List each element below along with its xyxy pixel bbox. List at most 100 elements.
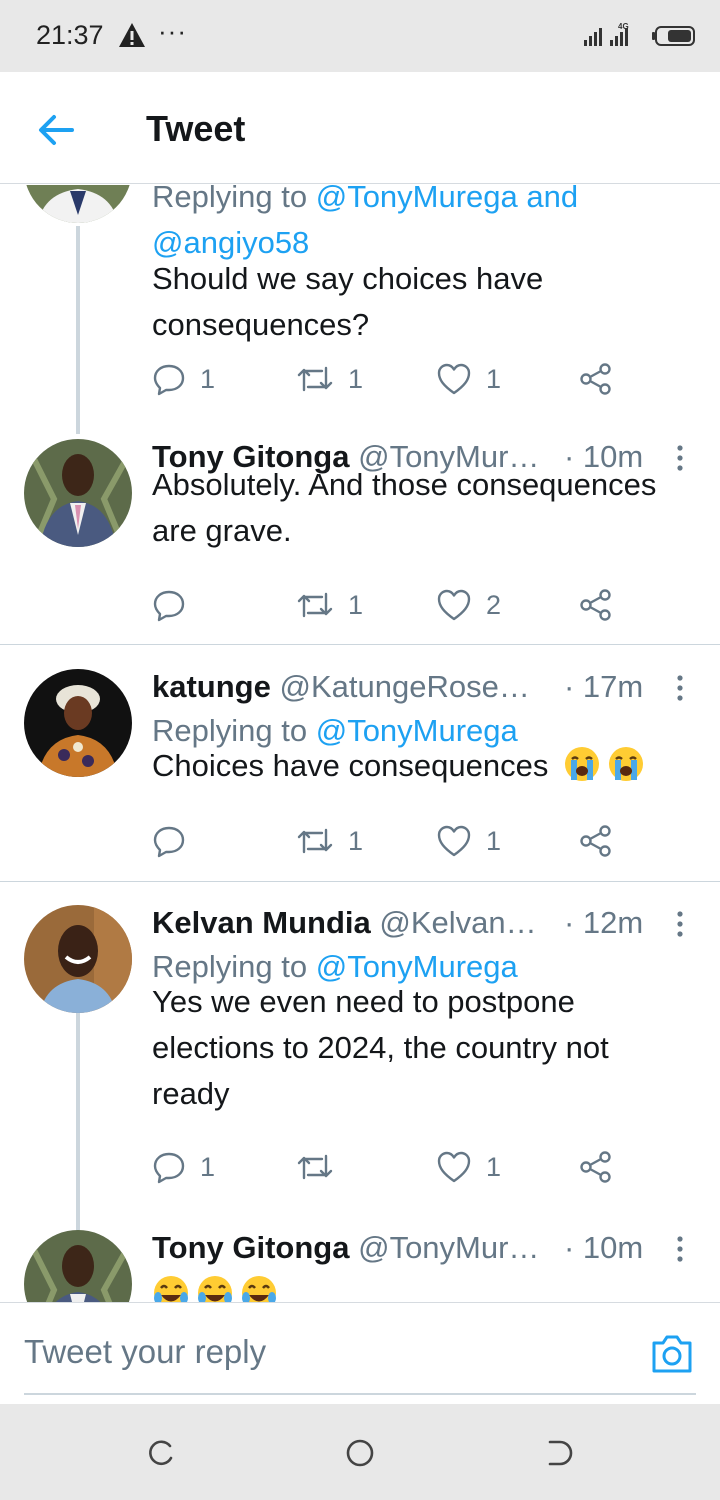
retweet-count: 1 [348, 363, 364, 394]
retweet-button[interactable]: 1 [296, 585, 363, 625]
reply-count: 1 [200, 363, 216, 394]
more-options-icon[interactable] [674, 1234, 686, 1264]
reply-icon [153, 364, 185, 396]
more-options-icon[interactable] [674, 909, 686, 939]
divider [0, 881, 720, 882]
warning-icon [119, 23, 145, 47]
share-icon [580, 363, 611, 395]
like-count: 1 [486, 1151, 502, 1182]
avatar[interactable] [24, 1230, 132, 1302]
tweet[interactable]: katunge @KatungeRose… · 17m Replying to … [0, 669, 720, 881]
timestamp: · 17m [564, 669, 644, 705]
share-button[interactable] [578, 359, 614, 399]
username[interactable]: @KatungeRose… [279, 669, 529, 704]
retweet-icon [297, 592, 333, 618]
tweet-header: Kelvan Mundia @Kelvan… · 12m [152, 905, 702, 945]
heart-icon [437, 1151, 471, 1183]
thread-line [76, 226, 80, 434]
reply-icon [153, 826, 185, 858]
tweet-text: Absolutely. And those consequences are g… [152, 467, 657, 548]
share-icon [580, 589, 611, 621]
retweet-button[interactable]: 1 [296, 821, 363, 861]
reply-button[interactable]: 1 [152, 359, 215, 399]
status-time: 21:37 [36, 20, 104, 50]
share-icon [580, 1151, 611, 1183]
like-count: 1 [486, 825, 502, 856]
like-button[interactable]: 1 [436, 821, 501, 861]
avatar[interactable] [24, 669, 132, 777]
share-button[interactable] [578, 821, 614, 861]
heart-icon [437, 589, 471, 621]
retweet-button[interactable] [296, 1147, 348, 1187]
back-icon[interactable] [546, 1438, 576, 1468]
reply-icon [153, 590, 185, 622]
username[interactable]: @TonyMur… [358, 1230, 539, 1265]
thread-line [76, 1013, 80, 1233]
heart-icon [437, 825, 471, 857]
tweet-text [152, 1272, 692, 1302]
reply-button[interactable]: 1 [152, 1147, 215, 1187]
retweet-button[interactable]: 1 [296, 359, 363, 399]
tweet[interactable]: Tony Gitonga @TonyMur… · 10m [0, 1230, 720, 1302]
tweet-thread[interactable]: Replying to @TonyMurega and @angiyo58 Sh… [0, 185, 720, 1302]
heart-icon [437, 363, 471, 395]
face-with-tears-of-joy-icon [154, 1276, 188, 1302]
mention-link[interactable]: @TonyMurega [316, 185, 518, 214]
network-type-label: 4G [618, 22, 629, 31]
share-icon [580, 825, 611, 857]
reply-button[interactable] [152, 821, 200, 861]
recent-apps-icon[interactable] [146, 1438, 176, 1468]
tweet-actions: 1 1 [152, 821, 622, 861]
reply-input[interactable]: Tweet your reply [24, 1333, 266, 1371]
avatar[interactable] [24, 905, 132, 1013]
tweet[interactable]: Kelvan Mundia @Kelvan… · 12m Replying to… [0, 905, 720, 1233]
timestamp: · 12m [564, 905, 644, 941]
tweet-header: Tony Gitonga @TonyMur… · 10m [152, 1230, 702, 1270]
battery-icon [652, 26, 695, 46]
tweet-actions: 1 1 [152, 1147, 622, 1187]
app-header: Tweet [0, 72, 720, 184]
reply-composer: Tweet your reply [0, 1302, 720, 1404]
divider [0, 644, 720, 645]
mention-link[interactable]: @angiyo58 [152, 225, 309, 260]
home-icon[interactable] [345, 1438, 375, 1468]
reply-input-underline [24, 1393, 696, 1395]
signal-icon: 4G [584, 22, 629, 46]
tweet-text: Yes we even need to postpone elections t… [152, 984, 609, 1111]
tweet-text: Should we say choices have consequences? [152, 261, 544, 342]
like-button[interactable]: 1 [436, 359, 501, 399]
display-name[interactable]: Kelvan Mundia [152, 905, 371, 940]
tweet-header: katunge @KatungeRose… · 17m [152, 669, 702, 709]
display-name[interactable]: katunge [152, 669, 271, 704]
like-button[interactable]: 2 [436, 585, 501, 625]
share-button[interactable] [578, 585, 614, 625]
loudly-crying-face-icon [565, 747, 599, 781]
reply-button[interactable] [152, 585, 200, 625]
more-options-icon[interactable] [674, 673, 686, 703]
avatar[interactable] [24, 185, 132, 223]
face-with-tears-of-joy-icon [242, 1276, 276, 1302]
camera-icon[interactable] [650, 1333, 694, 1375]
like-count: 2 [486, 589, 502, 620]
reply-count: 1 [200, 1151, 216, 1182]
reply-icon [153, 1152, 185, 1184]
back-arrow-icon[interactable] [36, 110, 76, 150]
system-nav-bar [0, 1404, 720, 1500]
retweet-count: 1 [348, 589, 364, 620]
face-with-tears-of-joy-icon [198, 1276, 232, 1302]
avatar[interactable] [24, 439, 132, 547]
tweet[interactable]: Tony Gitonga @TonyMur… · 10m Absolutely.… [0, 439, 720, 644]
share-button[interactable] [578, 1147, 614, 1187]
like-button[interactable]: 1 [436, 1147, 501, 1187]
retweet-icon [297, 828, 333, 854]
timestamp: · 10m [564, 1230, 644, 1266]
more-notifications-icon: ··· [158, 16, 187, 46]
retweet-icon [297, 1154, 333, 1180]
username[interactable]: @Kelvan… [379, 905, 536, 940]
tweet-actions: 1 1 1 [152, 359, 622, 399]
display-name[interactable]: Tony Gitonga [152, 1230, 349, 1265]
tweet[interactable]: Replying to @TonyMurega and @angiyo58 Sh… [0, 185, 720, 434]
page-title: Tweet [146, 108, 246, 149]
like-count: 1 [486, 363, 502, 394]
replying-to: Replying to @TonyMurega and [152, 185, 578, 215]
